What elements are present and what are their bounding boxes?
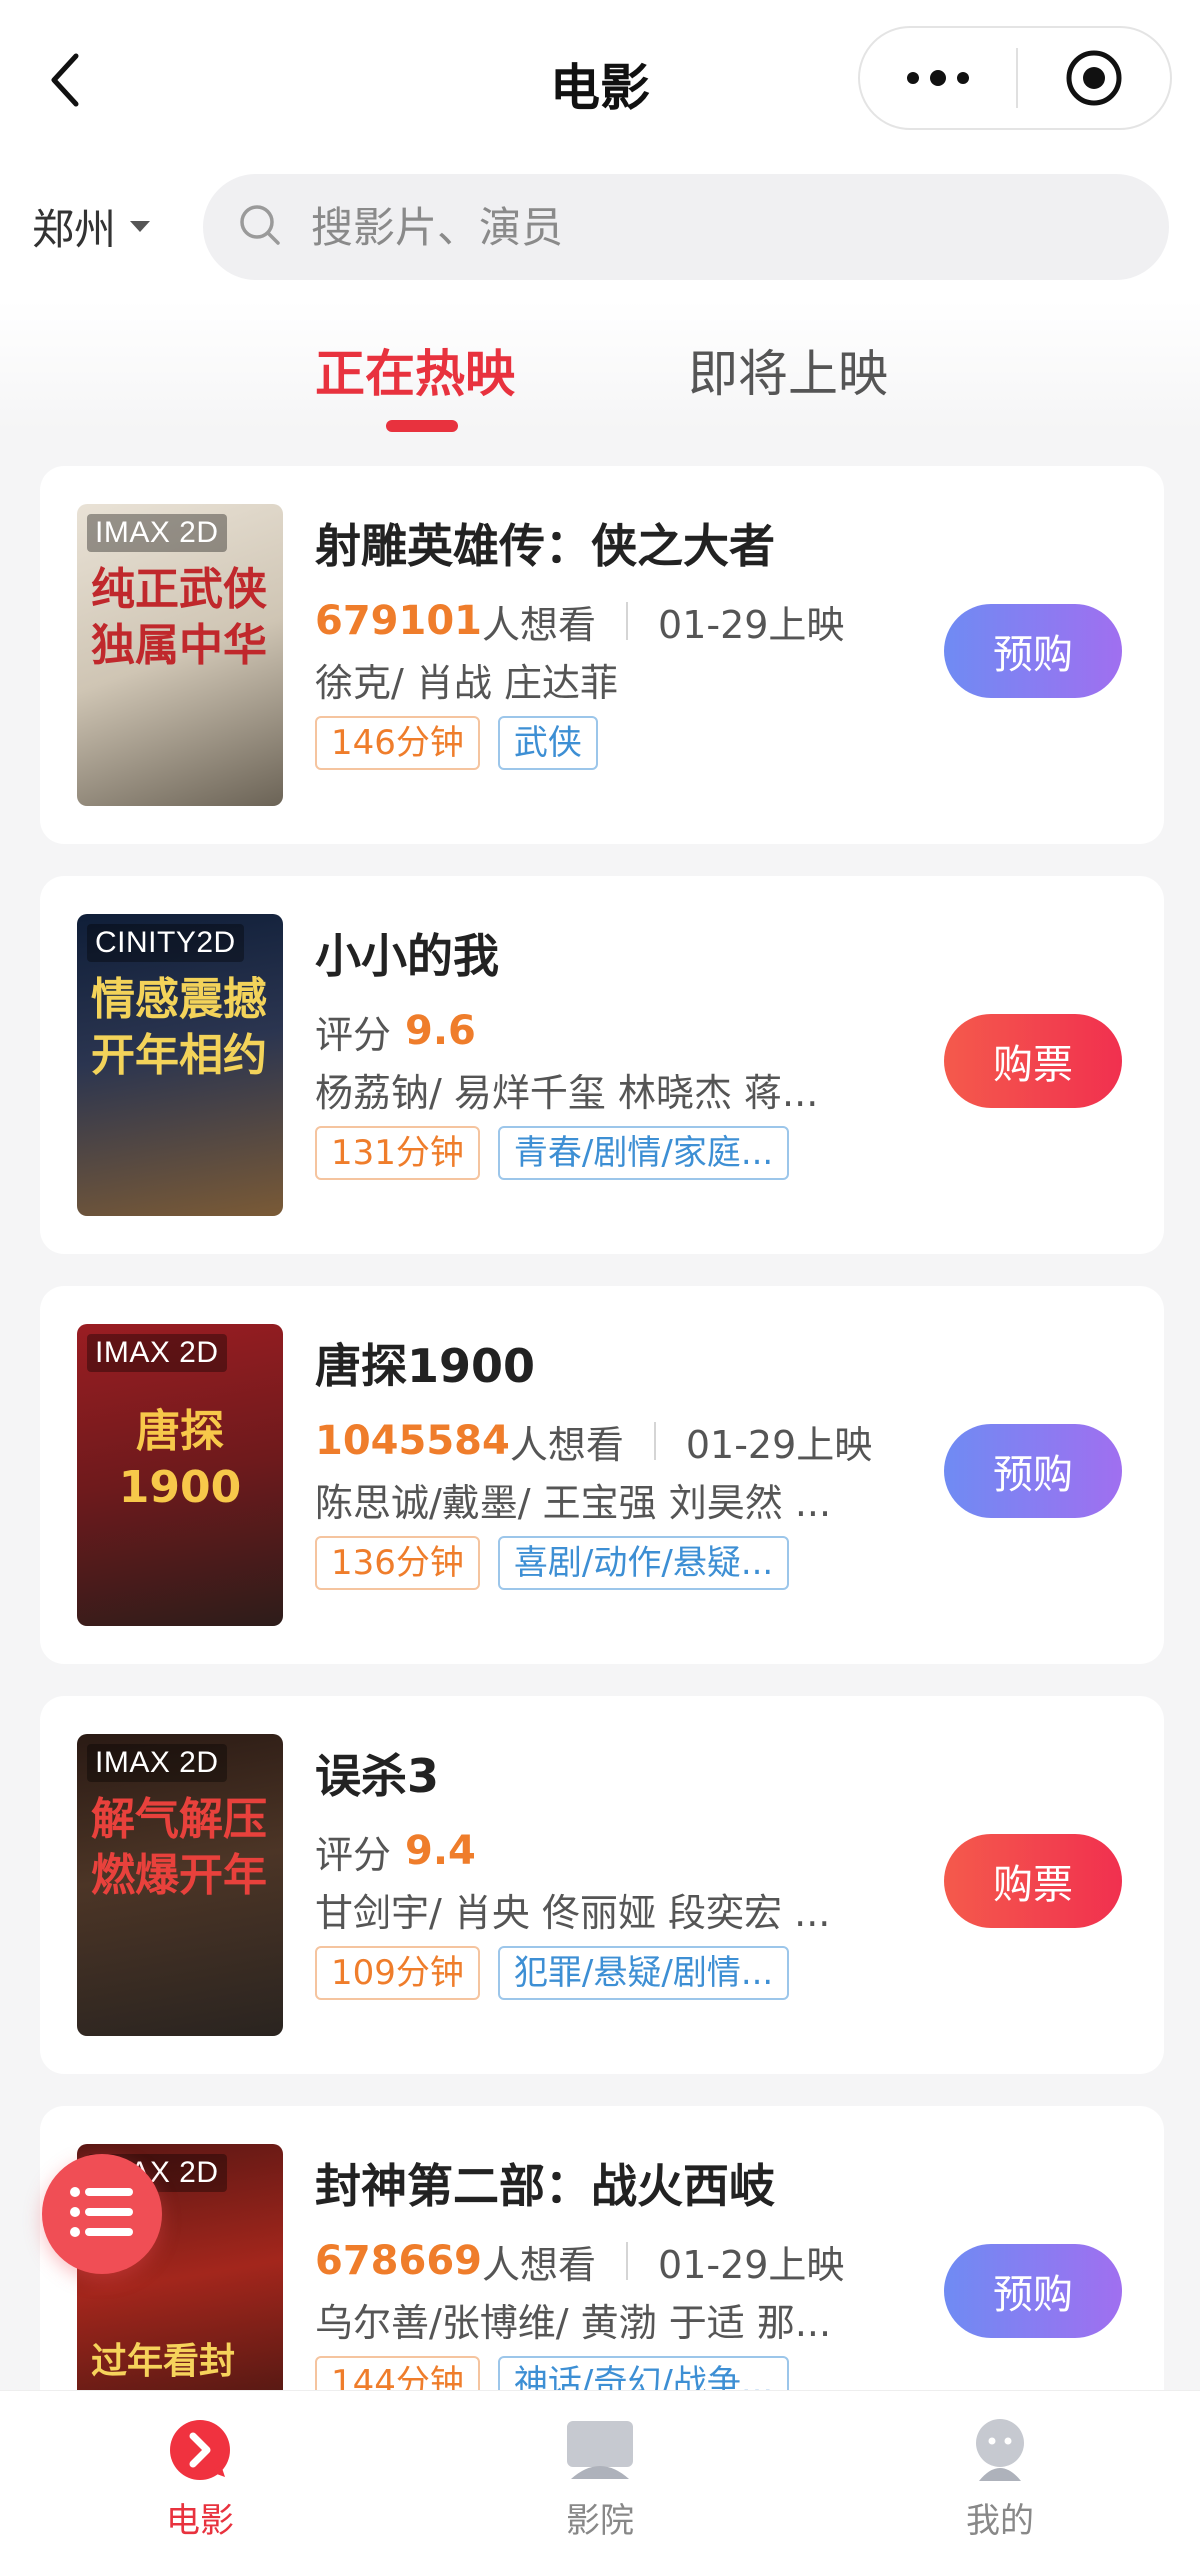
presale-button[interactable]: 预购 [944, 604, 1122, 698]
meta-divider [626, 602, 629, 640]
duration-tag: 136分钟 [315, 1536, 480, 1590]
duration-tag: 146分钟 [315, 716, 480, 770]
want-count: 678669 [315, 2238, 482, 2284]
movie-poster[interactable]: 唐探 1900 IMAX 2D [77, 1324, 283, 1626]
movie-cast: 乌尔善/张博维/ 黄渤 于适 那... [315, 2301, 832, 2345]
movie-tags: 136分钟 喜剧/动作/悬疑... [315, 1536, 875, 1590]
movie-tags: 131分钟 青春/剧情/家庭... [315, 1126, 875, 1180]
navigation-bar: 电影 [0, 0, 1200, 160]
tabbar-label: 我的 [966, 2501, 1034, 2541]
bottom-tab-bar: 电影 影院 我的 [0, 2390, 1200, 2550]
score-value: 9.6 [405, 1008, 476, 1054]
meta-divider [626, 2242, 629, 2280]
want-count: 1045584 [315, 1418, 510, 1464]
movie-poster[interactable]: 解气解压 燃爆开年 IMAX 2D [77, 1734, 283, 2036]
movie-poster[interactable]: 纯正武侠 独属中华 IMAX 2D [77, 504, 283, 806]
poster-tagline: 情感震撼 开年相约 [91, 974, 267, 1081]
active-tab-indicator [386, 420, 458, 432]
tabbar-item-movie[interactable]: 电影 [100, 2391, 300, 2550]
movie-title: 小小的我 [315, 929, 499, 983]
want-suffix: 人想看 [482, 2242, 597, 2287]
city-label: 郑州 [32, 204, 117, 254]
movie-meta: 678669 人想看 01-29上映 [315, 2236, 875, 2287]
format-badge: IMAX 2D [87, 514, 227, 552]
movie-card[interactable]: 情感震撼 开年相约 CINITY2D 小小的我 评分 9.6 杨荔钠/ 易烊千玺… [40, 876, 1164, 1254]
format-badge: IMAX 2D [87, 1744, 227, 1782]
movie-meta: 评分 9.4 [315, 1826, 875, 1877]
movie-poster[interactable]: 情感震撼 开年相约 CINITY2D [77, 914, 283, 1216]
movie-info: 小小的我 评分 9.6 杨荔钠/ 易烊千玺 林晓杰 蒋... 131分钟 青春/… [315, 920, 875, 1180]
genre-tag: 青春/剧情/家庭... [497, 1126, 790, 1180]
movie-meta: 1045584 人想看 01-29上映 [315, 1416, 875, 1467]
city-selector[interactable]: 郑州 [32, 196, 151, 256]
tabbar-label: 电影 [166, 2501, 234, 2541]
buy-ticket-button[interactable]: 购票 [944, 1014, 1122, 1108]
search-icon [237, 202, 283, 252]
movie-tabs: 正在热映 即将上映 [0, 300, 1200, 432]
cinema-icon [565, 2415, 635, 2485]
duration-tag: 109分钟 [315, 1946, 480, 2000]
movie-title: 唐探1900 [315, 1339, 536, 1393]
movie-cast: 杨荔钠/ 易烊千玺 林晓杰 蒋... [315, 1071, 819, 1115]
movie-title: 封神第二部：战火西岐 [315, 2159, 775, 2213]
movie-cast: 陈思诚/戴墨/ 王宝强 刘昊然 ... [315, 1481, 832, 1525]
genre-tag: 犯罪/悬疑/剧情... [497, 1946, 790, 2000]
movie-title: 误杀3 [315, 1749, 440, 1803]
search-row: 郑州 [0, 160, 1200, 300]
meta-divider [653, 1422, 656, 1460]
score-label: 评分 [315, 1832, 392, 1877]
genre-tag: 武侠 [497, 716, 598, 770]
movie-info: 误杀3 评分 9.4 甘剑宇/ 肖央 佟丽娅 段奕宏 ... 109分钟 犯罪/… [315, 1740, 875, 2000]
tab-now-showing[interactable]: 正在热映 [315, 334, 515, 406]
poster-tagline: 纯正武侠 独属中华 [91, 564, 267, 671]
want-count: 679101 [315, 598, 482, 644]
movie-cast: 徐克/ 肖战 庄达菲 [315, 661, 618, 705]
caret-down-icon [130, 220, 151, 232]
close-target-icon[interactable] [1018, 28, 1170, 128]
movie-meta: 679101 人想看 01-29上映 [315, 596, 875, 647]
format-badge: CINITY2D [87, 924, 244, 962]
movie-title: 射雕英雄传：侠之大者 [315, 519, 775, 573]
tabbar-item-profile[interactable]: 我的 [900, 2391, 1100, 2550]
movie-tags: 146分钟 武侠 [315, 716, 875, 770]
mini-program-capsule [858, 26, 1172, 130]
poster-tagline: 解气解压 燃爆开年 [91, 1794, 267, 1901]
more-icon[interactable] [860, 28, 1016, 128]
movie-info: 唐探1900 1045584 人想看 01-29上映 陈思诚/戴墨/ 王宝强 刘… [315, 1330, 875, 1590]
movie-card[interactable]: 解气解压 燃爆开年 IMAX 2D 误杀3 评分 9.4 甘剑宇/ 肖央 佟丽娅… [40, 1696, 1164, 2074]
list-menu-icon [69, 2186, 135, 2242]
movie-cast: 甘剑宇/ 肖央 佟丽娅 段奕宏 ... [315, 1891, 831, 1935]
movie-info: 封神第二部：战火西岐 678669 人想看 01-29上映 乌尔善/张博维/ 黄… [315, 2150, 875, 2410]
release-date: 01-29上映 [658, 2242, 845, 2287]
tabbar-item-cinema[interactable]: 影院 [500, 2391, 700, 2550]
poster-tagline: 唐探 1900 [118, 1406, 242, 1513]
movie-icon [165, 2415, 235, 2485]
genre-tag: 喜剧/动作/悬疑... [497, 1536, 790, 1590]
presale-button[interactable]: 预购 [944, 2244, 1122, 2338]
floating-menu-button[interactable] [42, 2154, 162, 2274]
want-suffix: 人想看 [482, 602, 597, 647]
release-date: 01-29上映 [685, 1422, 873, 1467]
score-label: 评分 [315, 1012, 392, 1057]
search-input[interactable] [311, 202, 1091, 252]
duration-tag: 131分钟 [315, 1126, 480, 1180]
profile-icon [965, 2415, 1035, 2485]
score-value: 9.4 [405, 1828, 476, 1874]
tabbar-label: 影院 [566, 2501, 634, 2541]
presale-button[interactable]: 预购 [944, 1424, 1122, 1518]
movie-meta: 评分 9.6 [315, 1006, 875, 1057]
tab-coming-soon[interactable]: 即将上映 [688, 334, 888, 406]
release-date: 01-29上映 [658, 602, 845, 647]
buy-ticket-button[interactable]: 购票 [944, 1834, 1122, 1928]
want-suffix: 人想看 [509, 1422, 624, 1467]
movie-tags: 109分钟 犯罪/悬疑/剧情... [315, 1946, 875, 2000]
movie-card[interactable]: 唐探 1900 IMAX 2D 唐探1900 1045584 人想看 01-29… [40, 1286, 1164, 1664]
movie-info: 射雕英雄传：侠之大者 679101 人想看 01-29上映 徐克/ 肖战 庄达菲… [315, 510, 875, 770]
search-box[interactable] [203, 174, 1169, 280]
movie-card[interactable]: 纯正武侠 独属中华 IMAX 2D 射雕英雄传：侠之大者 679101 人想看 … [40, 466, 1164, 844]
format-badge: IMAX 2D [87, 1334, 227, 1372]
